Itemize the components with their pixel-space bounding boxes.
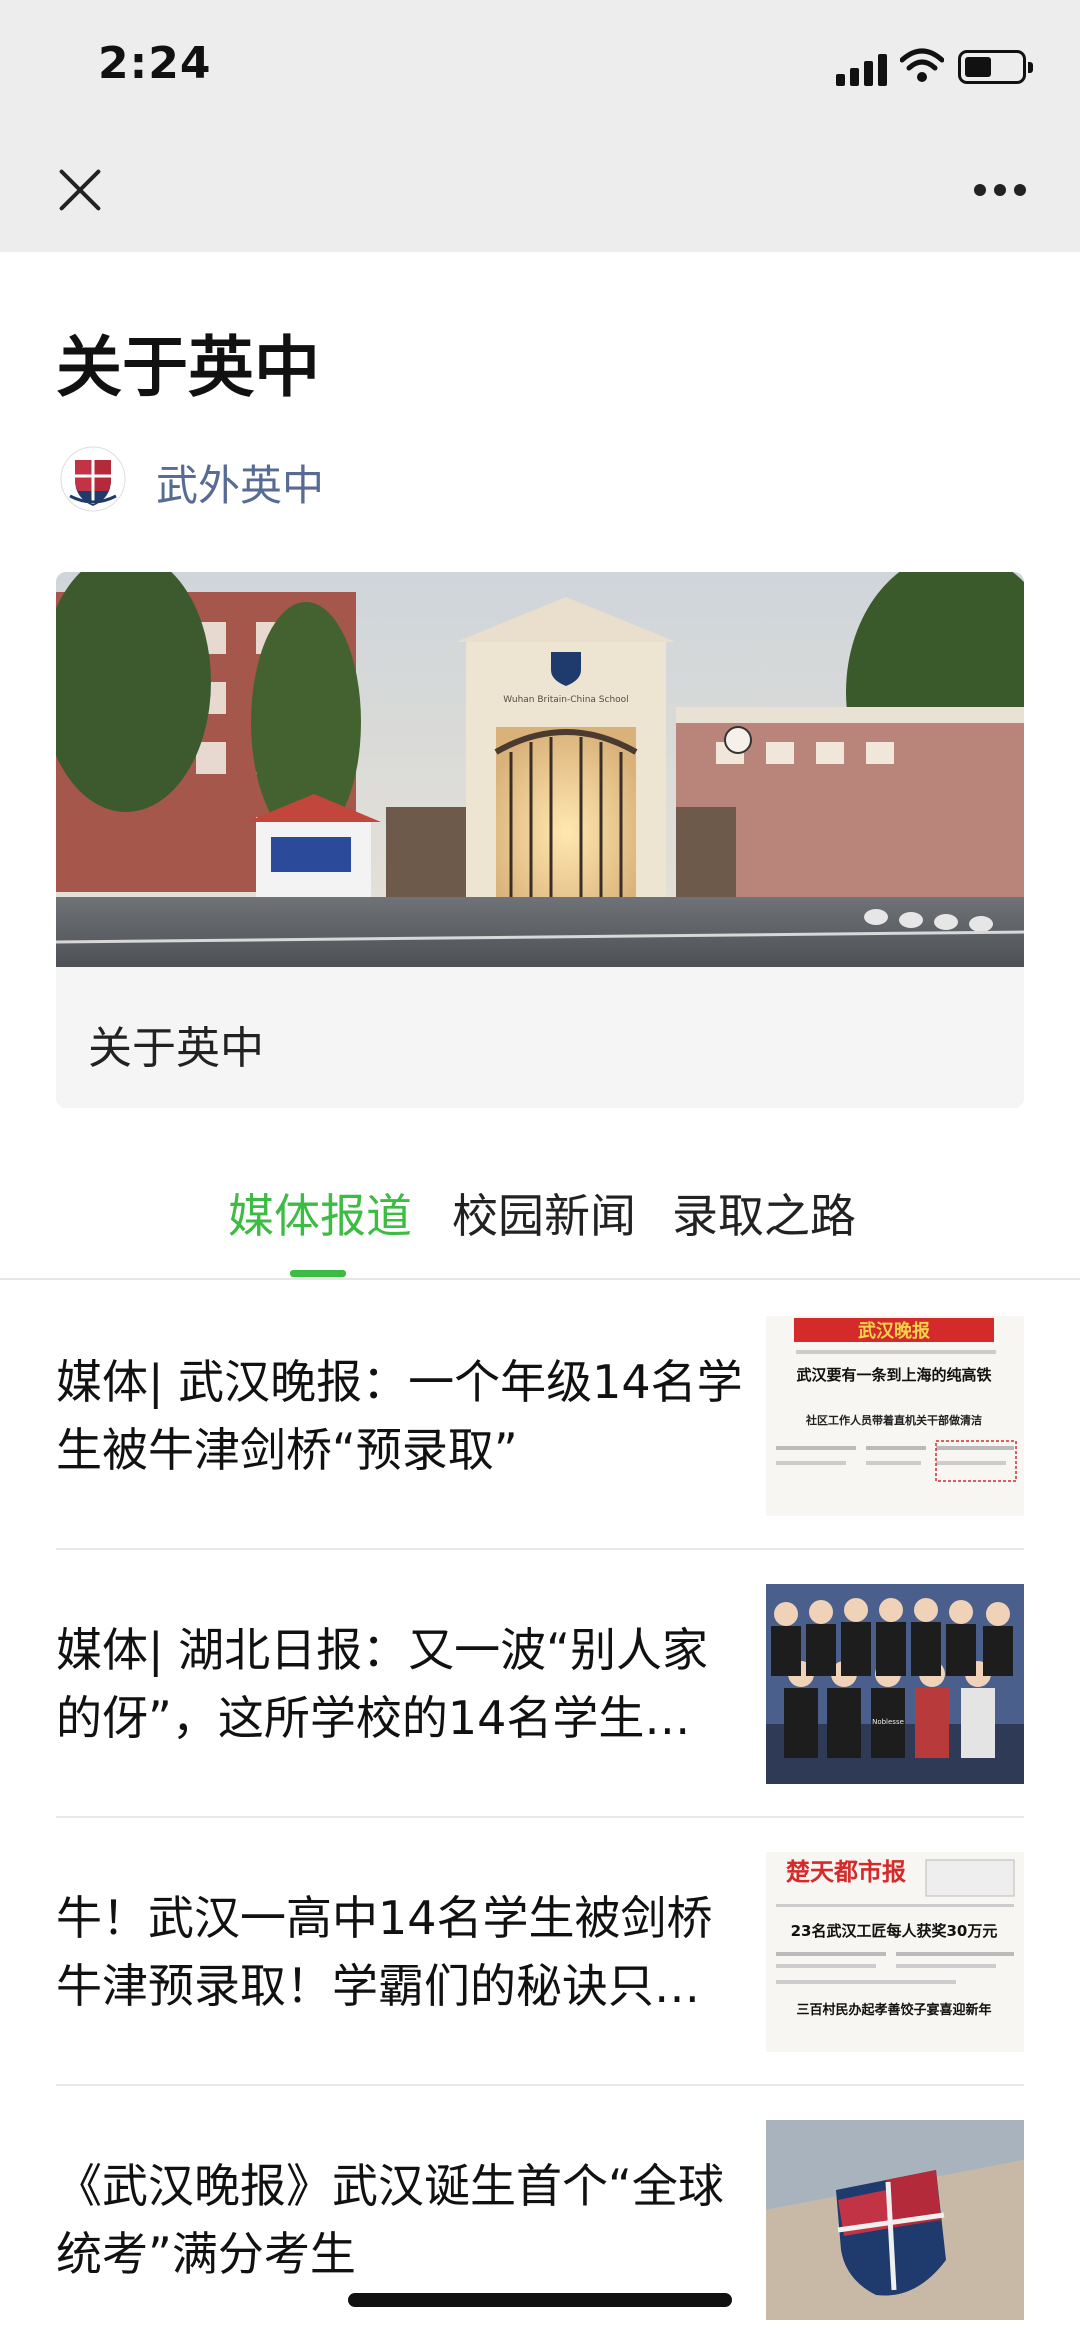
article-title: 《武汉晚报》武汉诞生首个“全球统考”满分考生 (56, 2159, 724, 2281)
thumb-masthead: 楚天都市报 (786, 1858, 906, 1886)
category-tabs: 媒体报道 校园新闻 录取之路 (0, 1180, 1080, 1280)
article-title: 媒体| 武汉晚报：一个年级14名学生被牛津剑桥“预录取” (56, 1355, 743, 1477)
home-indicator (348, 2293, 732, 2307)
newspaper-thumbnail: 楚天都市报 23名武汉工匠每人获奖30万元 三百村民办起孝善饺子宴喜迎新年 (766, 1852, 1024, 2052)
group-photo-thumbnail: Noblesse (766, 1584, 1024, 1784)
top-navigation-bar: 2:24 (0, 0, 1080, 252)
school-crest-avatar[interactable] (60, 446, 126, 512)
tab-campus-news[interactable]: 校园新闻 (452, 1180, 636, 1246)
more-options-button[interactable] (974, 184, 1026, 198)
close-button[interactable] (52, 162, 108, 218)
tabs-divider (0, 1278, 1080, 1280)
thumb-shirt-text: Noblesse (872, 1718, 904, 1726)
gate-sign-text: Wuhan Britain-China School (503, 695, 628, 705)
cellular-signal-icon (836, 52, 888, 86)
page-title: 关于英中 (56, 329, 320, 406)
article-item[interactable]: 媒体| 湖北日报：又一波“别人家的伢”，这所学校的14名学生… Noblesse (56, 1550, 1024, 1818)
tab-media-reports[interactable]: 媒体报道 (228, 1180, 412, 1246)
about-banner-card[interactable]: Wuhan Britain-China School 关于英中 (56, 572, 1024, 1108)
school-crest-photo-thumbnail (766, 2120, 1024, 2320)
thumb-headline: 23名武汉工匠每人获奖30万元 (791, 1922, 998, 1940)
thumb-headline: 武汉要有一条到上海的纯高铁 (796, 1366, 991, 1384)
thumb-masthead: 武汉晚报 (858, 1320, 930, 1342)
thumb-subheadline: 社区工作人员带着直机关干部做清洁 (805, 1413, 982, 1427)
tab-admission-path[interactable]: 录取之路 (672, 1180, 856, 1246)
banner-caption: 关于英中 (88, 1023, 264, 1074)
article-item[interactable]: 牛！武汉一高中14名学生被剑桥牛津预录取！学霸们的秘诀只… 楚天都市报 23名武… (56, 1818, 1024, 2086)
article-item[interactable]: 媒体| 武汉晚报：一个年级14名学生被牛津剑桥“预录取” 武汉晚报 武汉要有一条… (56, 1282, 1024, 1550)
article-title: 牛！武汉一高中14名学生被剑桥牛津预录取！学霸们的秘诀只… (56, 1891, 713, 2013)
author-name-link[interactable]: 武外英中 (156, 452, 324, 513)
active-tab-indicator (290, 1270, 346, 1277)
battery-icon (958, 50, 1033, 84)
newspaper-thumbnail: 武汉晚报 武汉要有一条到上海的纯高铁 社区工作人员带着直机关干部做清洁 (766, 1316, 1024, 1516)
school-gate-photo: Wuhan Britain-China School (56, 572, 1024, 967)
article-title: 媒体| 湖北日报：又一波“别人家的伢”，这所学校的14名学生… (56, 1623, 708, 1745)
wifi-icon (900, 48, 944, 82)
thumb-subheadline: 三百村民办起孝善饺子宴喜迎新年 (796, 2002, 991, 2018)
status-time: 2:24 (98, 38, 212, 89)
